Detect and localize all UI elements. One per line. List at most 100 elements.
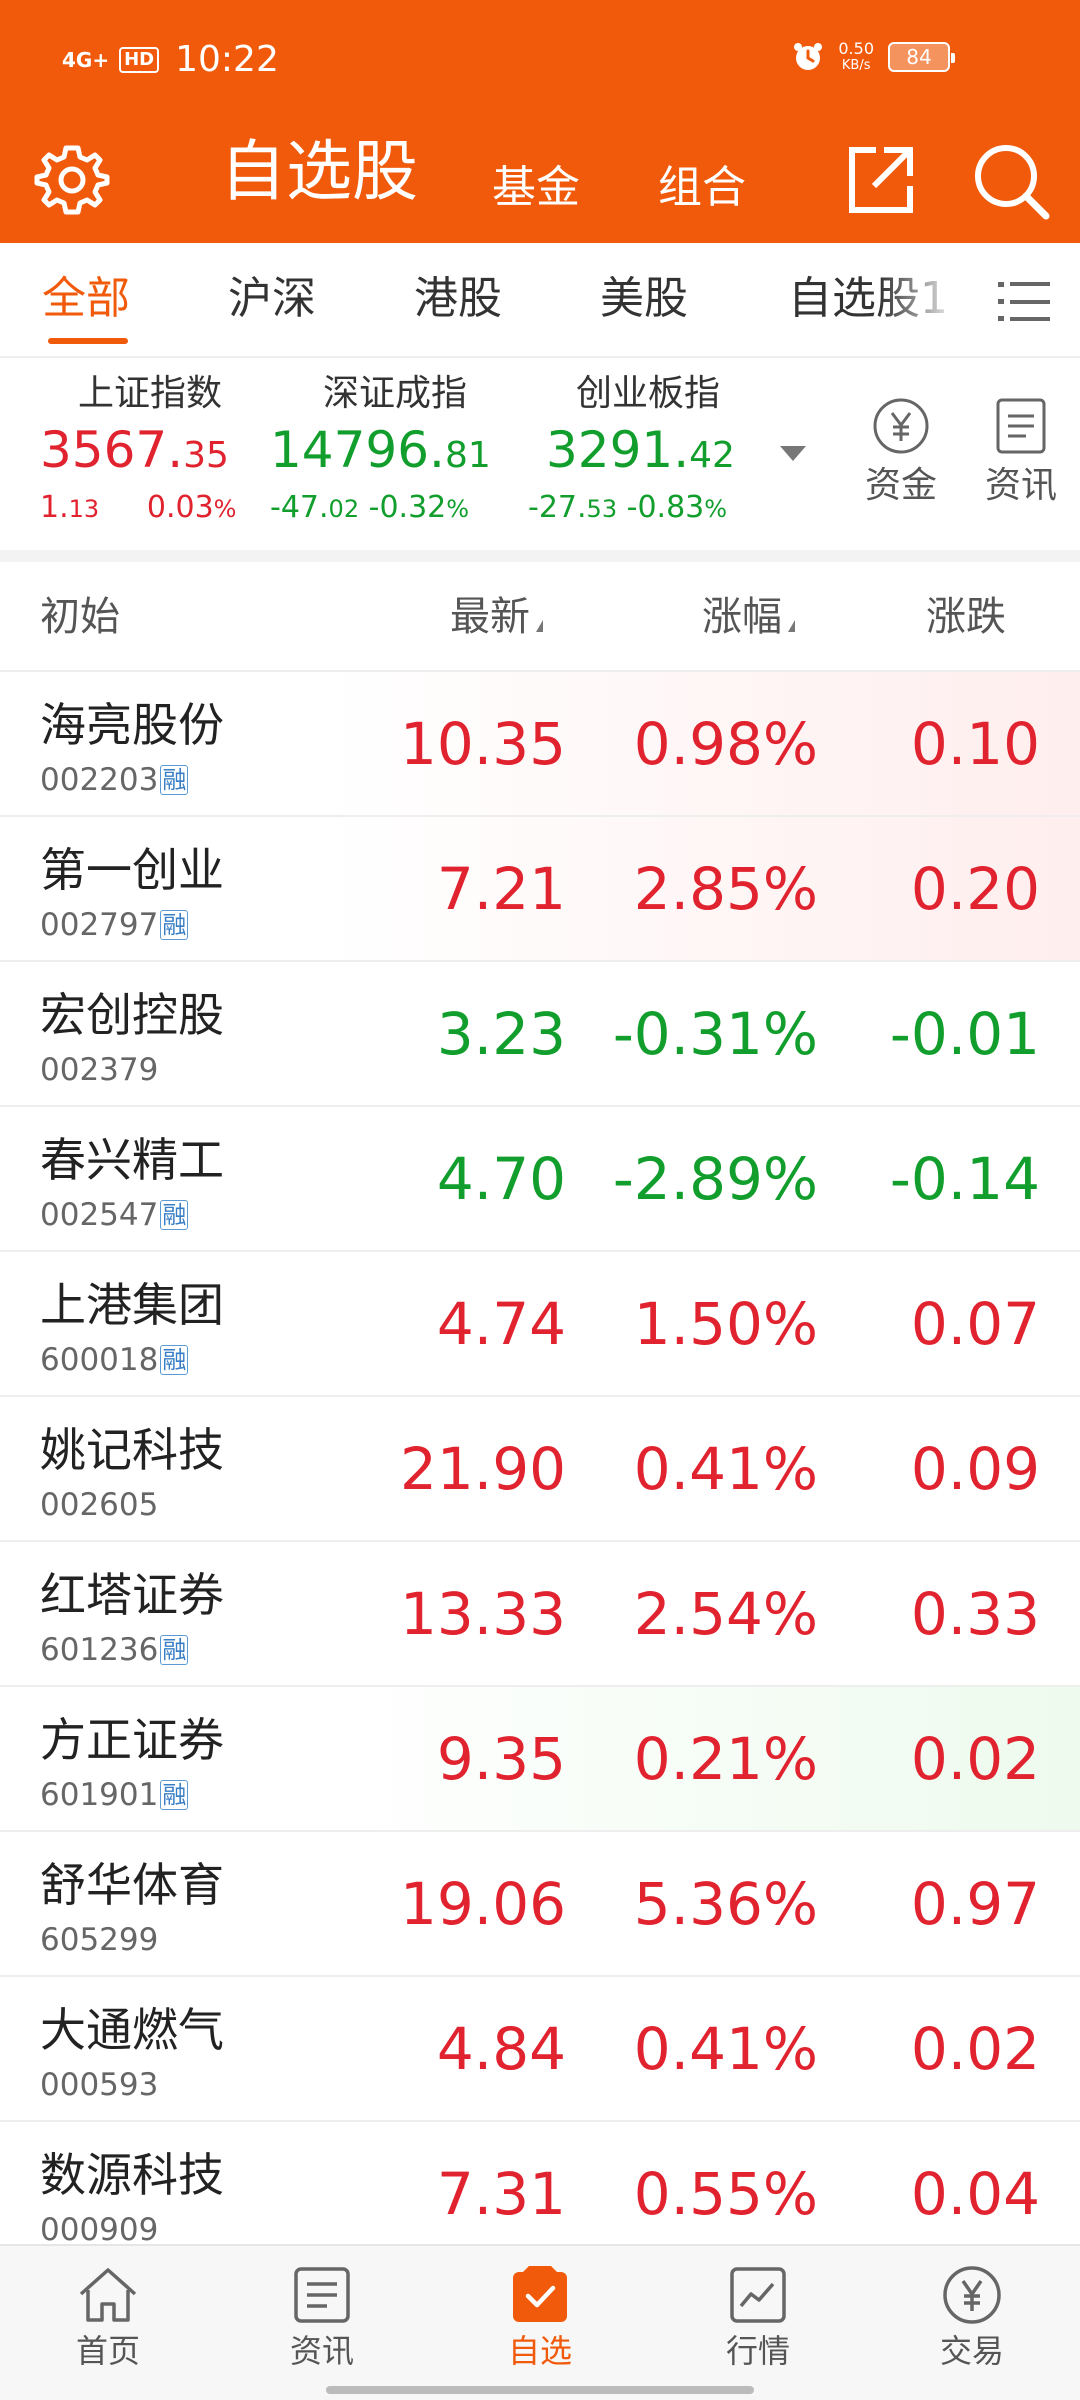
stock-price: 9.35: [436, 1725, 566, 1793]
section-separator: [0, 550, 1080, 562]
tab-us[interactable]: 美股: [600, 269, 688, 329]
table-row[interactable]: 第一创业 002797 融 7.21 2.85% 0.20: [0, 817, 1080, 962]
nav-trade[interactable]: 交易: [912, 2264, 1032, 2372]
margin-badge: 融: [160, 1200, 189, 1230]
index-change: -27.53 -0.83%: [528, 490, 728, 525]
funds-button[interactable]: 资金: [856, 396, 946, 510]
col-initial[interactable]: 初始: [40, 592, 120, 642]
stock-code: 002547 融: [40, 1197, 189, 1233]
alarm-icon: [794, 43, 823, 70]
margin-badge: 融: [160, 765, 189, 795]
search-icon[interactable]: [968, 138, 1052, 222]
home-icon: [79, 2268, 137, 2322]
tab-combo[interactable]: 组合: [658, 158, 746, 218]
stock-change-pct: 0.41%: [633, 1435, 818, 1503]
tab-hushen[interactable]: 沪深: [228, 269, 316, 329]
stock-change: 0.02: [910, 1725, 1040, 1793]
stock-change-pct: 0.98%: [633, 710, 818, 778]
stock-change-pct: 0.55%: [633, 2160, 818, 2228]
table-row[interactable]: 姚记科技 002605 21.90 0.41% 0.09: [0, 1397, 1080, 1542]
margin-badge: 融: [160, 1635, 189, 1665]
news-button[interactable]: 资讯: [976, 396, 1066, 510]
stock-change: 0.07: [910, 1290, 1040, 1358]
tab-all[interactable]: 全部: [42, 269, 130, 329]
stock-code: 601236 融: [40, 1632, 189, 1668]
stock-price: 7.21: [436, 855, 566, 923]
list-menu-icon[interactable]: [998, 279, 1050, 325]
stock-code: 002203 融: [40, 762, 189, 798]
stock-change-pct: -0.31%: [612, 1000, 818, 1068]
col-change-pct[interactable]: 涨幅: [702, 592, 795, 642]
table-row[interactable]: 上港集团 600018 融 4.74 1.50% 0.07: [0, 1252, 1080, 1397]
stock-change-pct: -2.89%: [612, 1145, 818, 1213]
nav-home[interactable]: 首页: [48, 2264, 168, 2372]
index-value: 3291.42: [546, 421, 735, 479]
index-change: 1.13 0.03%: [40, 490, 237, 525]
status-right: 0.50 KB/s 84: [792, 39, 955, 74]
stock-price: 7.31: [436, 2160, 566, 2228]
col-latest[interactable]: 最新: [450, 592, 543, 642]
home-indicator[interactable]: [326, 2386, 754, 2394]
stock-name: 宏创控股: [40, 988, 224, 1042]
nav-market[interactable]: 行情: [698, 2264, 818, 2372]
stock-change-pct: 1.50%: [633, 1290, 818, 1358]
sort-icon: [536, 620, 543, 632]
nav-watchlist[interactable]: 自选: [480, 2264, 600, 2372]
stock-change: 0.97: [910, 1870, 1040, 1938]
table-row[interactable]: 方正证券 601901 融 9.35 0.21% 0.02: [0, 1687, 1080, 1832]
nav-label: 资讯: [289, 2332, 354, 2370]
stock-code: 601901 融: [40, 1777, 189, 1813]
status-left: 4G+ HD 10:22: [62, 38, 279, 82]
index-shenzhen[interactable]: 深证成指 14796.81 -47.02 -0.32%: [270, 370, 520, 529]
speed-value: 0.50: [838, 39, 874, 58]
index-value: 3567.35: [40, 421, 229, 479]
stock-code: 002379: [40, 1052, 159, 1088]
stock-change-pct: 0.21%: [633, 1725, 818, 1793]
stock-code: 000593: [40, 2067, 159, 2103]
table-row[interactable]: 宏创控股 002379 3.23 -0.31% -0.01: [0, 962, 1080, 1107]
nav-label: 交易: [939, 2332, 1004, 2370]
table-row[interactable]: 舒华体育 605299 19.06 5.36% 0.97: [0, 1832, 1080, 1977]
page-title: 自选股: [220, 133, 418, 210]
stock-change: 0.09: [910, 1435, 1040, 1503]
stock-name: 大通燃气: [40, 2003, 224, 2057]
tab-hk[interactable]: 港股: [414, 269, 502, 329]
share-icon[interactable]: [840, 140, 920, 220]
table-row[interactable]: 大通燃气 000593 4.84 0.41% 0.02: [0, 1977, 1080, 2122]
gear-icon[interactable]: [32, 140, 112, 220]
tab-fund[interactable]: 基金: [492, 158, 580, 218]
margin-badge: 融: [160, 1780, 189, 1810]
stock-code: 600018 融: [40, 1342, 189, 1378]
nav-label: 首页: [75, 2332, 140, 2370]
top-bar: 4G+ HD 10:22 0.50 KB/s 84 自选股 基金 组合: [0, 0, 1080, 243]
stock-price: 13.33: [399, 1580, 566, 1648]
nav-news[interactable]: 资讯: [262, 2264, 382, 2372]
stock-name: 红塔证券: [40, 1568, 224, 1622]
stock-name: 春兴精工: [40, 1133, 224, 1187]
news-icon: [294, 2267, 350, 2323]
stock-price: 19.06: [399, 1870, 566, 1938]
table-row[interactable]: 海亮股份 002203 融 10.35 0.98% 0.10: [0, 672, 1080, 817]
table-header: 初始 最新 涨幅 涨跌: [0, 562, 1080, 672]
stock-code: 000909: [40, 2212, 159, 2244]
col-change[interactable]: 涨跌: [926, 592, 1006, 642]
status-bar: 4G+ HD 10:22 0.50 KB/s 84: [0, 0, 1080, 120]
index-strip: 上证指数 3567.35 1.13 0.03% 深证成指 14796.81 -4…: [0, 360, 1080, 550]
stock-change-pct: 0.41%: [633, 2015, 818, 2083]
stock-change-pct: 5.36%: [633, 1870, 818, 1938]
table-row[interactable]: 春兴精工 002547 融 4.70 -2.89% -0.14: [0, 1107, 1080, 1252]
index-name: 深证成指: [322, 373, 467, 414]
chevron-down-icon[interactable]: [780, 446, 806, 461]
hd-badge: HD: [119, 47, 160, 73]
stock-change: -0.14: [889, 1145, 1040, 1213]
index-chinext[interactable]: 创业板指 3291.42 -27.53 -0.83%: [528, 370, 768, 529]
app-header: 自选股 基金 组合: [0, 120, 1080, 243]
stock-name: 第一创业: [40, 843, 224, 897]
market-chart-icon: [730, 2267, 786, 2323]
index-shanghai[interactable]: 上证指数 3567.35 1.13 0.03%: [40, 370, 260, 529]
table-row[interactable]: 数源科技 000909 7.31 0.55% 0.04: [0, 2122, 1080, 2244]
stock-code: 002605: [40, 1487, 159, 1523]
table-row[interactable]: 红塔证券 601236 融 13.33 2.54% 0.33: [0, 1542, 1080, 1687]
stock-name: 舒华体育: [40, 1858, 224, 1912]
stock-list: 海亮股份 002203 融 10.35 0.98% 0.10 第一创业 00279…: [0, 672, 1080, 2244]
